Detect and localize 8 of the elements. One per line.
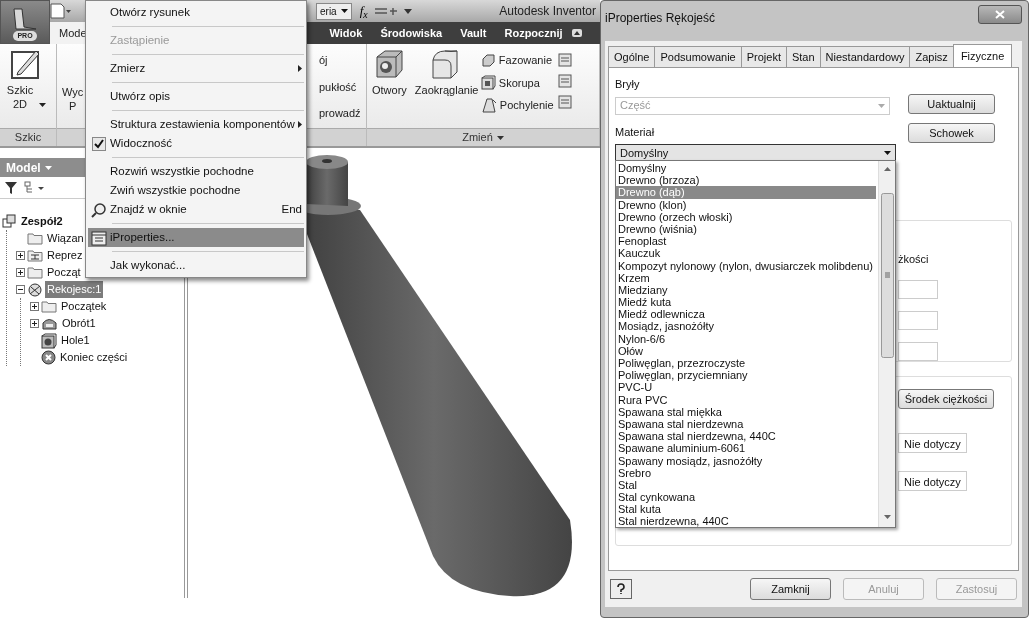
field-label: Bryły bbox=[615, 77, 641, 92]
window-title: Autodesk Inventor bbox=[499, 3, 596, 20]
field-label: Materiał bbox=[615, 124, 656, 140]
dialog-title: iProperties Rękojeść bbox=[605, 10, 716, 27]
value-field: Nie dotyczy bbox=[898, 471, 967, 491]
ribbon-group-label: Szkic bbox=[14, 130, 42, 146]
group-label: żkości bbox=[898, 252, 929, 267]
value-field: Nie dotyczy bbox=[898, 433, 967, 453]
